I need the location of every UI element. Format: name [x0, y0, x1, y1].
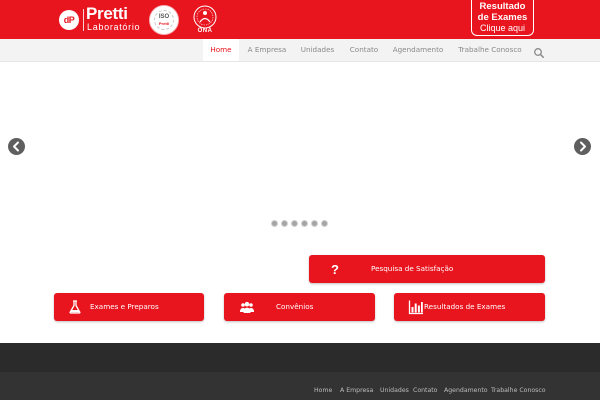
hero-slider	[0, 62, 600, 240]
slider-dot[interactable]	[301, 220, 308, 227]
footer-link-unidades[interactable]: Unidades	[380, 387, 409, 394]
svg-text:?: ?	[331, 262, 339, 277]
logo-divider	[83, 9, 84, 31]
survey-label: Pesquisa de Satisfação	[371, 264, 454, 273]
footer-band	[0, 343, 600, 372]
results-cta-line3: Clique aqui	[479, 23, 526, 33]
slider-next-button[interactable]	[574, 138, 591, 155]
exam-results-cta-button[interactable]: Resultado de Exames Clique aqui	[471, 0, 534, 36]
iso-seal-sub: Pretti	[158, 21, 170, 26]
results-label: Resultados de Exames	[424, 302, 506, 311]
users-icon	[239, 299, 255, 315]
slider-dot[interactable]	[281, 220, 288, 227]
footer: Home A Empresa Unidades Contato Agendame…	[0, 372, 600, 400]
footer-link-trabalhe-conosco[interactable]: Trabalhe Conosco	[491, 387, 546, 394]
footer-link-a-empresa[interactable]: A Empresa	[340, 387, 373, 394]
nav-item-home[interactable]: Home	[203, 39, 239, 61]
search-icon[interactable]	[533, 44, 545, 58]
logo-mark[interactable]: dP	[59, 10, 79, 30]
footer-link-contato[interactable]: Contato	[413, 387, 437, 394]
ona-seal-text: ONA	[197, 28, 213, 34]
slider-dot[interactable]	[321, 220, 328, 227]
slider-dot[interactable]	[311, 220, 318, 227]
results-cta-line2: de Exames	[477, 12, 528, 23]
bar-chart-icon	[408, 299, 424, 315]
slider-prev-button[interactable]	[8, 138, 25, 155]
ona-seal: ONA	[191, 4, 219, 34]
nav-item-unidades[interactable]: Unidades	[297, 39, 338, 61]
flask-icon	[67, 299, 83, 315]
survey-button[interactable]: ? Pesquisa de Satisfação	[309, 255, 545, 283]
results-cta-line1: Resultado	[479, 1, 526, 12]
results-button[interactable]: Resultados de Exames	[394, 293, 545, 321]
nav-item-a-empresa[interactable]: A Empresa	[243, 39, 291, 61]
chevron-left-icon	[13, 141, 19, 152]
footer-link-home[interactable]: Home	[314, 387, 332, 394]
brand-subtitle: Laboratório	[87, 22, 141, 32]
nav-item-agendamento[interactable]: Agendamento	[390, 39, 446, 61]
nav-item-trabalhe-conosco[interactable]: Trabalhe Conosco	[454, 39, 526, 61]
footer-link-agendamento[interactable]: Agendamento	[444, 387, 488, 394]
brand-name[interactable]: Pretti	[86, 5, 128, 23]
chevron-right-icon	[580, 141, 586, 152]
slider-dot[interactable]	[271, 220, 278, 227]
slider-dot[interactable]	[291, 220, 298, 227]
exams-label: Exames e Preparos	[90, 302, 159, 311]
question-icon: ?	[327, 261, 343, 277]
agreements-label: Convênios	[276, 302, 314, 311]
exams-button[interactable]: Exames e Preparos	[54, 293, 204, 321]
nav-item-contato[interactable]: Contato	[346, 39, 382, 61]
agreements-button[interactable]: Convênios	[224, 293, 375, 321]
top-header: dP Pretti Laboratório ISO Pretti ONA Res…	[0, 0, 600, 39]
main-navigation: Home A Empresa Unidades Contato Agendame…	[0, 39, 600, 62]
iso-seal: ISO Pretti	[149, 5, 179, 35]
iso-seal-text: ISO	[158, 14, 170, 20]
